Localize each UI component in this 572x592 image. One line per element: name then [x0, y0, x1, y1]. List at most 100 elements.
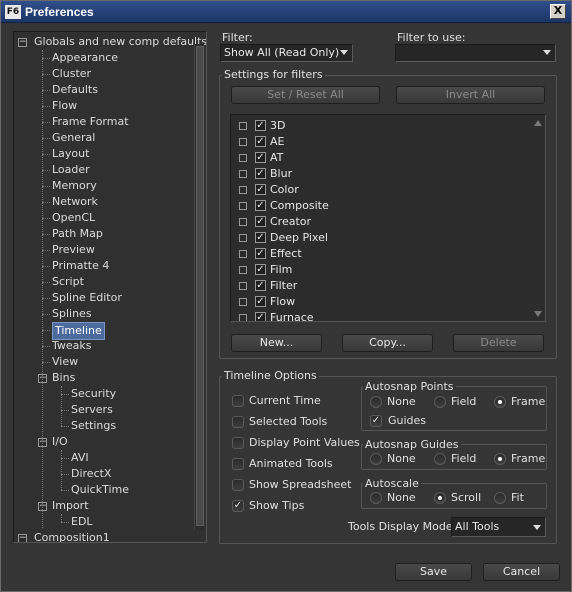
tree-connector — [61, 474, 69, 475]
delete-filter-button[interactable]: Delete — [453, 334, 544, 352]
filter-checkbox[interactable]: ✓ — [255, 296, 266, 307]
tools-display-mode-label: Tools Display Mode: — [348, 520, 457, 533]
filter-item[interactable]: ✓ Blur — [231, 166, 531, 182]
expander-icon[interactable] — [239, 314, 247, 321]
tree-connector — [42, 122, 50, 123]
chevron-down-icon — [340, 50, 348, 55]
expander-icon[interactable]: − — [18, 534, 27, 542]
tree-item-label: Path Map — [52, 227, 103, 240]
filter-item[interactable]: ✓ AT — [231, 150, 531, 166]
filter-select[interactable]: Show All (Read Only) — [220, 44, 353, 62]
autosnap-points-radio[interactable] — [434, 396, 446, 408]
expander-icon[interactable] — [239, 138, 247, 146]
expander-icon[interactable] — [239, 298, 247, 306]
set-reset-all-button[interactable]: Set / Reset All — [231, 86, 380, 104]
filter-checkbox[interactable]: ✓ — [255, 312, 266, 321]
expander-icon[interactable] — [239, 266, 247, 274]
filter-checkbox[interactable]: ✓ — [255, 120, 266, 131]
timeline-checkbox[interactable]: ✓ — [232, 500, 244, 512]
expander-icon[interactable] — [239, 186, 247, 194]
timeline-checkbox-label: Show Tips — [249, 499, 305, 512]
cancel-button[interactable]: Cancel — [483, 563, 560, 581]
filter-item[interactable]: ✓ AE — [231, 134, 531, 150]
autosnap-guides-radio[interactable] — [434, 453, 446, 465]
filter-item[interactable]: ✓ Deep Pixel — [231, 230, 531, 246]
filter-checkbox[interactable]: ✓ — [255, 248, 266, 259]
tree-item-label: Cluster — [52, 67, 92, 80]
save-button[interactable]: Save — [395, 563, 472, 581]
filter-list-scrollbar[interactable] — [531, 116, 545, 321]
tree-scrollbar[interactable] — [194, 44, 204, 530]
filter-checkbox[interactable]: ✓ — [255, 136, 266, 147]
expander-icon[interactable] — [239, 154, 247, 162]
timeline-checkbox[interactable] — [232, 458, 244, 470]
filter-to-use-select[interactable] — [395, 44, 556, 62]
filter-item[interactable]: ✓ Filter — [231, 278, 531, 294]
autosnap-guides-radio[interactable] — [494, 453, 506, 465]
autosnap-points-option-label: Frame — [511, 395, 546, 408]
filter-item[interactable]: ✓ Effect — [231, 246, 531, 262]
preferences-tree[interactable]: − Globals and new comp defaults Appearance… — [13, 31, 207, 543]
invert-all-button[interactable]: Invert All — [396, 86, 545, 104]
filter-item[interactable]: ✓ 3D — [231, 118, 531, 134]
tree-connector — [42, 154, 50, 155]
tree-connector — [42, 50, 43, 528]
new-filter-button[interactable]: New... — [231, 334, 322, 352]
tree-item[interactable]: − Globals and new comp defaults — [14, 34, 206, 50]
filter-checkbox[interactable]: ✓ — [255, 200, 266, 211]
autosnap-points-radio[interactable] — [370, 396, 382, 408]
autoscale-radio[interactable] — [370, 492, 382, 504]
tree-item-label: AVI — [71, 451, 89, 464]
expander-icon[interactable] — [239, 234, 247, 242]
autoscale-radio[interactable] — [434, 492, 446, 504]
autoscale-radio[interactable] — [494, 492, 506, 504]
timeline-checkbox[interactable] — [232, 479, 244, 491]
tree-connector — [42, 250, 50, 251]
check-icon: ✓ — [371, 415, 381, 426]
filter-checkbox[interactable]: ✓ — [255, 184, 266, 195]
copy-filter-button[interactable]: Copy... — [342, 334, 433, 352]
autoscale-option-label: None — [387, 491, 416, 504]
filter-label: Filter: — [222, 31, 253, 44]
filter-checkbox[interactable]: ✓ — [255, 264, 266, 275]
tree-item-label: Loader — [52, 163, 90, 176]
filter-checkbox[interactable]: ✓ — [255, 168, 266, 179]
scroll-up-icon[interactable] — [534, 120, 542, 126]
expander-icon[interactable] — [239, 170, 247, 178]
tree-connector — [42, 138, 50, 139]
filter-checkbox[interactable]: ✓ — [255, 216, 266, 227]
tree-scroll-thumb[interactable] — [196, 46, 204, 526]
timeline-checkbox[interactable] — [232, 437, 244, 449]
expander-icon[interactable] — [239, 250, 247, 258]
filter-item[interactable]: ✓ Color — [231, 182, 531, 198]
expander-icon[interactable] — [239, 282, 247, 290]
guides-checkbox[interactable]: ✓ — [370, 415, 382, 427]
tree-item-label: Flow — [52, 99, 78, 112]
filter-item[interactable]: ✓ Composite — [231, 198, 531, 214]
tools-display-mode-select[interactable]: All Tools — [451, 517, 546, 537]
expander-icon[interactable] — [239, 218, 247, 226]
timeline-checkbox[interactable] — [232, 416, 244, 428]
settings-for-filters-title: Settings for filters — [222, 68, 325, 81]
filter-checkbox[interactable]: ✓ — [255, 280, 266, 291]
title-bar[interactable]: F6 Preferences X — [1, 1, 571, 23]
filter-checkbox[interactable]: ✓ — [255, 152, 266, 163]
tree-item-label: View — [52, 355, 79, 368]
timeline-checkbox[interactable] — [232, 395, 244, 407]
close-button[interactable]: X — [550, 4, 566, 19]
expander-icon[interactable] — [239, 202, 247, 210]
filter-checkbox[interactable]: ✓ — [255, 232, 266, 243]
tree-item[interactable]: − Composition1 — [14, 530, 204, 542]
filter-item[interactable]: ✓ Furnace — [231, 310, 531, 321]
filter-item[interactable]: ✓ Film — [231, 262, 531, 278]
scroll-down-icon[interactable] — [534, 311, 542, 317]
autosnap-guides-radio[interactable] — [370, 453, 382, 465]
filter-item[interactable]: ✓ Creator — [231, 214, 531, 230]
expander-icon[interactable] — [239, 122, 247, 130]
filter-item[interactable]: ✓ Flow — [231, 294, 531, 310]
expander-icon[interactable]: − — [18, 38, 27, 47]
autosnap-points-radio[interactable] — [494, 396, 506, 408]
tree-connector — [42, 186, 50, 187]
app-icon: F6 — [5, 5, 21, 19]
filter-category-list[interactable]: ✓ 3D ✓ AE ✓ AT ✓ Blur ✓ Color ✓ Composite ✓ Creator ✓ D… — [230, 114, 546, 322]
